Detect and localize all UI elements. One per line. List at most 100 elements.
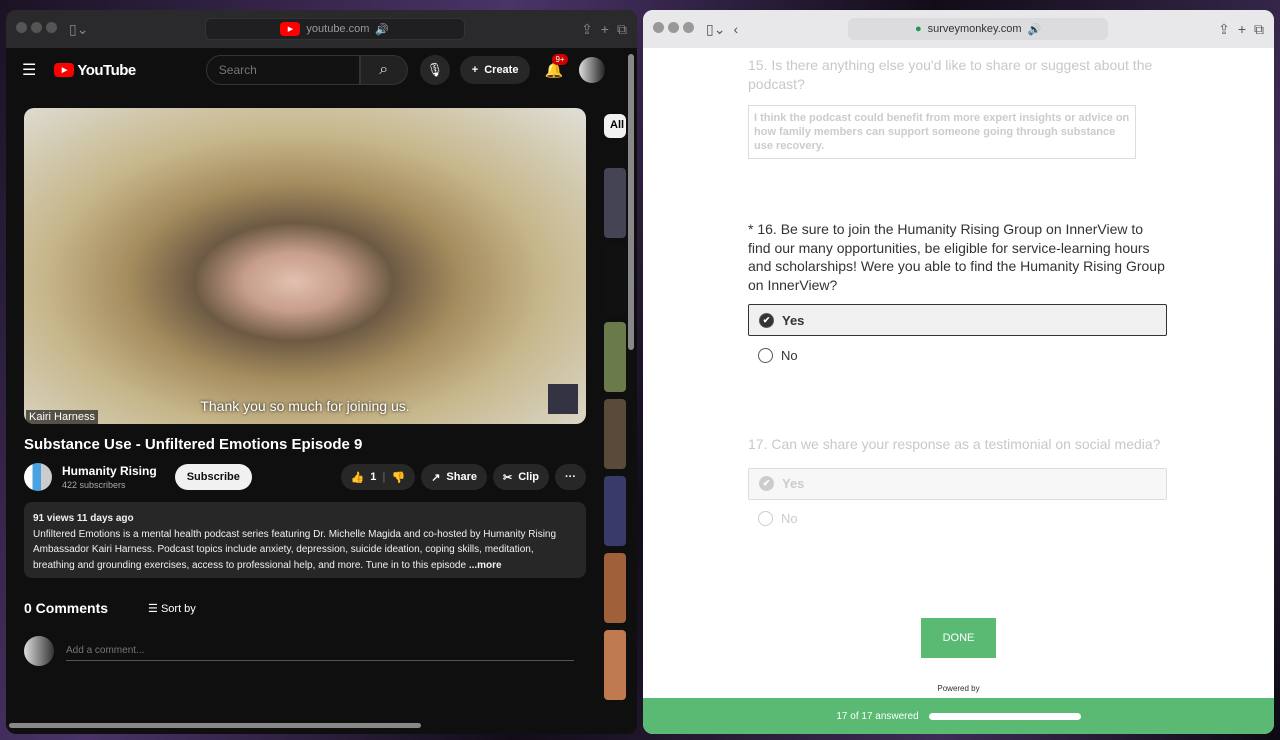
video-player[interactable]: Thank you so much for joining us. Kairi … [24, 108, 586, 424]
show-more-link[interactable]: ...more [469, 560, 502, 571]
youtube-favicon-icon: ▶ [280, 22, 301, 36]
view-count-date: 91 views 11 days ago [33, 513, 134, 524]
q16-option-no[interactable]: No [748, 339, 948, 371]
like-count: 1 [370, 471, 377, 483]
address-bar[interactable]: ● surveymonkey.com 🔊 [848, 18, 1109, 40]
channel-row: Humanity Rising 422 subscribers Subscribe… [24, 462, 586, 492]
question-15-text: 15. Is there anything else you'd like to… [748, 57, 1153, 92]
like-dislike-button[interactable]: 👍 1 | 👎 [340, 464, 416, 490]
search-icon[interactable]: ⌕ [359, 55, 408, 85]
share-arrow-icon: ↗ [431, 471, 441, 484]
browser-toolbar: ▯⌄ ‹ ● surveymonkey.com 🔊 ⇪ + ⧉ [643, 10, 1274, 48]
window-controls[interactable] [16, 20, 61, 38]
powered-by-text: Powered by [937, 684, 980, 693]
account-avatar[interactable] [579, 57, 605, 83]
clip-button[interactable]: ✂ Clip [493, 464, 549, 490]
related-video-thumbnail[interactable] [604, 553, 626, 623]
search-input[interactable] [205, 55, 360, 85]
channel-watermark[interactable] [548, 384, 578, 414]
youtube-logo[interactable]: ▶ YouTube [54, 62, 136, 79]
new-tab-icon[interactable]: + [1238, 21, 1246, 37]
related-videos-sidebar: All [604, 114, 626, 700]
audio-icon[interactable]: 🔊 [375, 23, 389, 36]
plus-icon: + [471, 64, 479, 76]
radio-icon [758, 511, 773, 526]
option-label: No [781, 511, 798, 526]
q17-option-yes[interactable]: ✔ Yes [748, 467, 1167, 500]
q16-option-yes[interactable]: ✔ Yes [748, 304, 1167, 336]
channel-name[interactable]: Humanity Rising [62, 464, 157, 478]
youtube-header: ☰ ▶YouTube ⌕ 🎙 + Create 🔔9+ [6, 48, 637, 92]
video-title: Substance Use - Unfiltered Emotions Epis… [24, 436, 363, 453]
browser-toolbar: ▯⌄ ▶ youtube.com 🔊 ⇪ + ⧉ [6, 10, 637, 48]
subscribe-button[interactable]: Subscribe [174, 464, 252, 490]
back-icon[interactable]: ‹ [733, 21, 738, 37]
share-label: Share [446, 471, 477, 483]
sidebar-toggle-icon[interactable]: ▯⌄ [69, 21, 88, 38]
notifications-bell-icon[interactable]: 🔔 9+ [544, 54, 568, 79]
surveymonkey-browser-window: ▯⌄ ‹ ● surveymonkey.com 🔊 ⇪ + ⧉ 15. Is the… [643, 10, 1274, 734]
related-video-thumbnail[interactable] [604, 168, 626, 238]
channel-avatar[interactable] [24, 463, 52, 491]
related-video-thumbnail[interactable] [604, 630, 626, 700]
create-label: Create [484, 64, 519, 76]
clip-label: Clip [518, 471, 539, 483]
related-video-thumbnail[interactable] [604, 245, 626, 315]
horizontal-scrollbar[interactable] [9, 723, 421, 728]
sort-by-button[interactable]: ☰ Sort by [148, 602, 196, 615]
surveymonkey-favicon-icon: ● [914, 23, 922, 35]
q17-option-no[interactable]: No [748, 503, 948, 535]
search-box: ⌕ [205, 55, 408, 85]
filter-chip-all[interactable]: All [604, 114, 626, 138]
progress-bar [928, 712, 1081, 720]
menu-icon[interactable]: ☰ [22, 60, 36, 80]
progress-bar-fill [928, 712, 1081, 720]
option-label: Yes [782, 312, 805, 328]
subscriber-count: 422 subscribers [62, 480, 126, 490]
done-button[interactable]: DONE [921, 618, 996, 658]
sidebar-toggle-icon[interactable]: ▯⌄ [706, 21, 725, 38]
play-icon: ▶ [54, 63, 75, 77]
new-tab-icon[interactable]: + [601, 21, 609, 37]
progress-label: 17 of 17 answered [836, 710, 919, 722]
microphone-icon[interactable]: 🎙 [419, 55, 450, 85]
comment-count: 0 Comments [24, 600, 109, 616]
share-button[interactable]: ↗ Share [421, 464, 487, 490]
youtube-browser-window: ▯⌄ ▶ youtube.com 🔊 ⇪ + ⧉ ☰ ▶YouTube ⌕ 🎙 + C… [6, 10, 637, 734]
video-caption: Thank you so much for joining us. [200, 398, 410, 414]
more-actions-button[interactable]: ··· [555, 464, 586, 490]
audio-icon[interactable]: 🔊 [1028, 23, 1042, 36]
sort-icon: ☰ [148, 602, 161, 615]
notification-badge: 9+ [552, 54, 568, 65]
description-box[interactable]: 91 views 11 days ago Unfiltered Emotions… [24, 502, 586, 578]
create-button[interactable]: + Create [459, 56, 531, 84]
user-avatar [24, 636, 54, 666]
vertical-scrollbar[interactable] [628, 54, 634, 350]
related-video-thumbnail[interactable] [604, 476, 626, 546]
question-17-text: 17. Can we share your response as a test… [748, 436, 1161, 452]
radio-icon [758, 347, 773, 363]
option-label: No [781, 347, 798, 363]
related-video-thumbnail[interactable] [604, 322, 626, 392]
related-video-thumbnail[interactable] [604, 399, 626, 469]
window-controls[interactable] [653, 20, 698, 38]
share-icon[interactable]: ⇪ [581, 21, 593, 38]
thumbs-down-icon[interactable]: 👎 [392, 471, 406, 484]
scissors-icon: ✂ [503, 471, 513, 484]
tabs-overview-icon[interactable]: ⧉ [1254, 21, 1264, 38]
comments-header: 0 Comments ☰ Sort by [24, 600, 584, 616]
checkmark-icon: ✔ [759, 312, 774, 328]
url-text: youtube.com [306, 23, 370, 35]
share-icon[interactable]: ⇪ [1218, 21, 1230, 38]
address-bar[interactable]: ▶ youtube.com 🔊 [204, 18, 465, 40]
question-15-answer-textarea[interactable]: I think the podcast could benefit from m… [748, 105, 1136, 159]
thumbs-up-icon[interactable]: 👍 [351, 471, 365, 484]
tabs-overview-icon[interactable]: ⧉ [617, 21, 627, 38]
checkmark-icon: ✔ [759, 476, 774, 491]
question-16-text: * 16. Be sure to join the Humanity Risin… [748, 221, 1165, 293]
sort-label: Sort by [160, 602, 196, 615]
add-comment-input[interactable] [66, 641, 574, 661]
url-text: surveymonkey.com [927, 23, 1022, 35]
speaker-name-tag: Kairi Harness [26, 410, 99, 424]
survey-body: 15. Is there anything else you'd like to… [748, 48, 1178, 535]
